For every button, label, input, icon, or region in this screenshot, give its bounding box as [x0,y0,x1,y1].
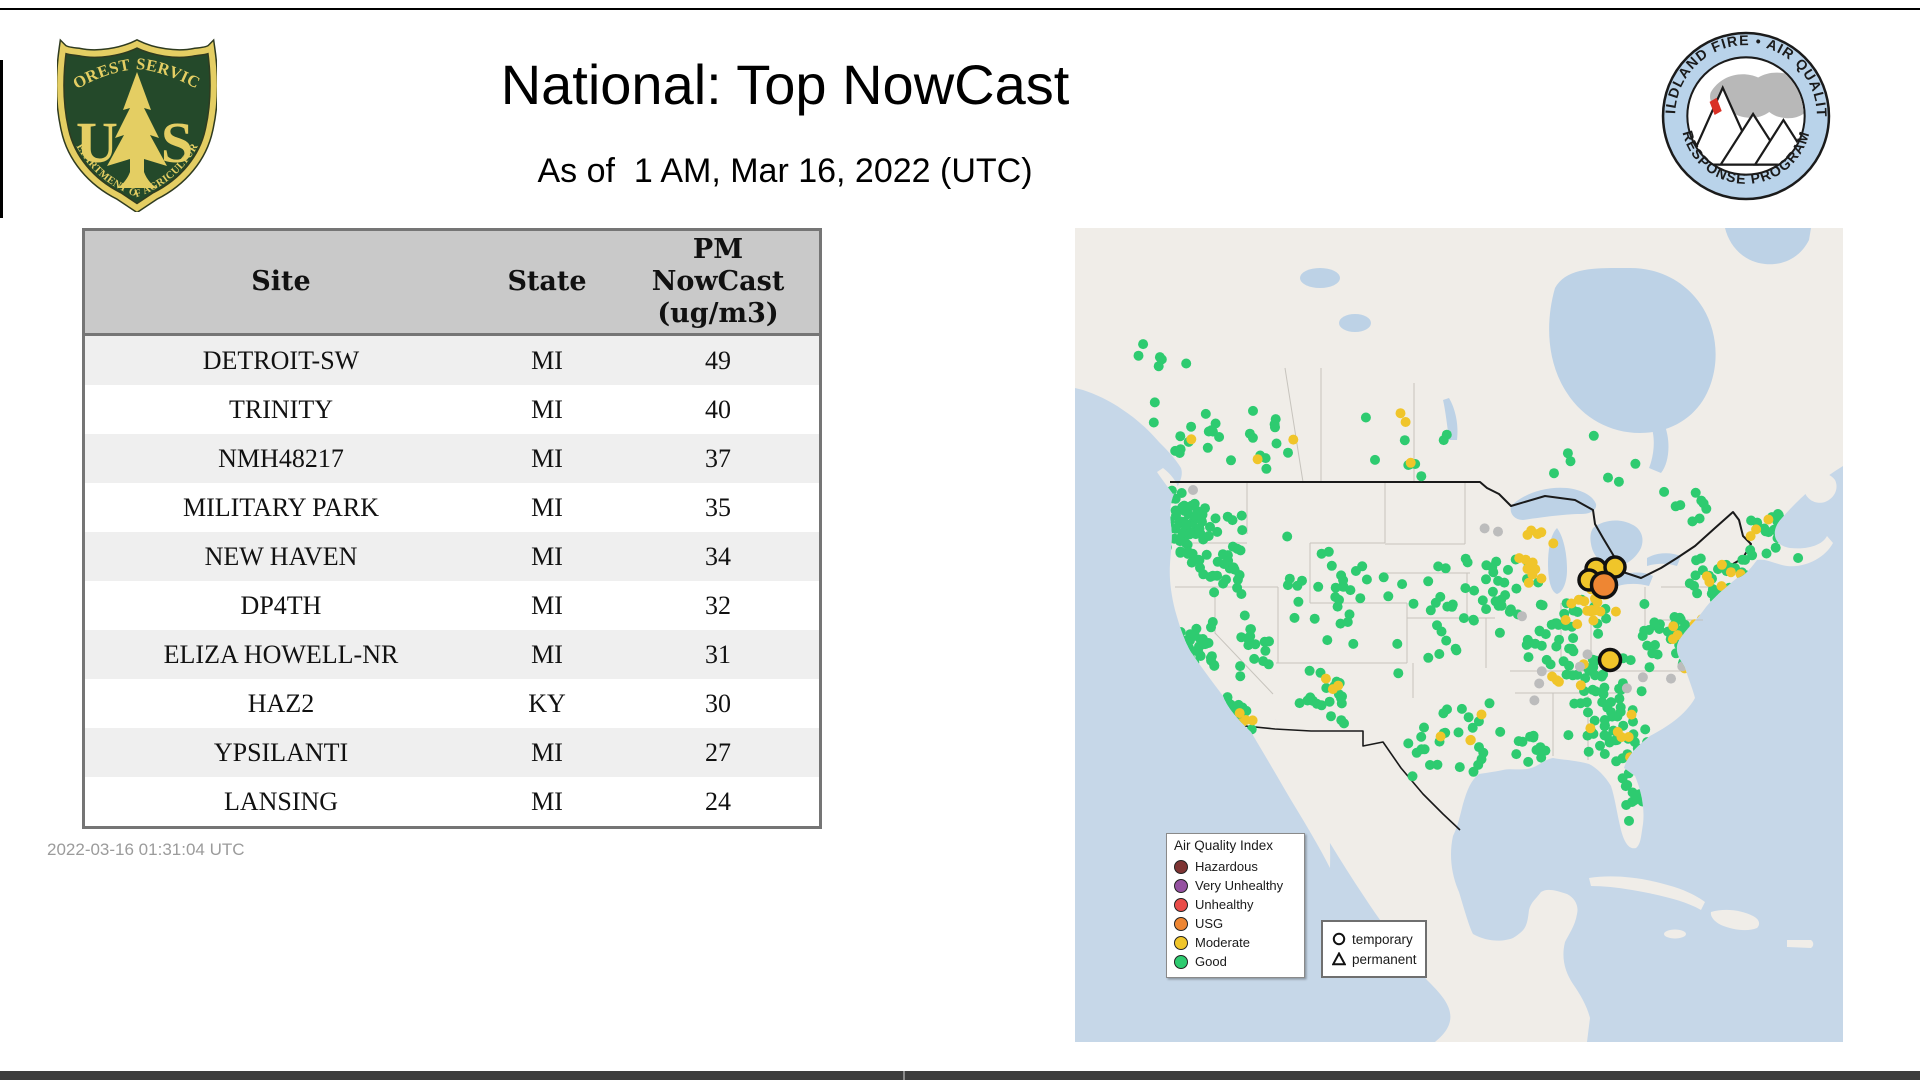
marker-type-legend: temporary permanent [1321,920,1427,978]
cell-state: MI [531,737,563,767]
table-row: NMH48217 MI 37 [83,434,821,483]
cell-state: MI [531,345,563,375]
aqi-legend-items: Hazardous Very Unhealthy Unhealthy USG Moder… [1174,857,1297,971]
unhealthy-swatch-icon [1174,897,1188,912]
hazardous-swatch-icon [1174,859,1188,874]
aqi-item-hazardous: Hazardous [1174,857,1297,876]
moderate-swatch-icon [1174,935,1188,950]
cell-state: MI [531,492,563,522]
table-row: TRINITY MI 40 [83,385,821,434]
table-row: LANSING MI 24 [83,777,821,828]
window-border-bottom [0,1071,1920,1080]
air-quality-map: Air Quality Index Hazardous Very Unhealth… [1075,228,1843,1042]
cell-site: NEW HAVEN [204,541,358,571]
cell-site: HAZ2 [247,688,315,718]
cell-site: NMH48217 [218,443,344,473]
aqi-item-unhealthy: Unhealthy [1174,895,1297,914]
very_unhealthy-swatch-icon [1174,878,1188,893]
permanent-label: permanent [1352,951,1417,967]
aqi-legend: Air Quality Index Hazardous Very Unhealth… [1166,833,1305,978]
table-row: MILITARY PARK MI 35 [83,483,821,532]
aqi-item-label: Unhealthy [1195,897,1254,912]
table-row: DETROIT-SW MI 49 [83,334,821,385]
cell-state: KY [528,688,566,718]
aqi-item-usg: USG [1174,914,1297,933]
cell-value: 31 [705,639,731,669]
cell-state: MI [531,590,563,620]
page-title: National: Top NowCast [500,53,1070,116]
temporary-label: temporary [1352,931,1413,947]
aqi-item-label: Hazardous [1195,859,1258,874]
cell-value: 27 [705,737,731,767]
permanent-triangle-icon [1332,952,1346,966]
aqi-item-label: USG [1195,916,1224,931]
cell-value: 24 [705,786,731,816]
table-row: ELIZA HOWELL-NR MI 31 [83,630,821,679]
cell-site: ELIZA HOWELL-NR [163,639,399,669]
cell-site: LANSING [223,786,339,816]
cell-value: 40 [705,394,731,424]
table-row: NEW HAVEN MI 34 [83,532,821,581]
usg-swatch-icon [1174,916,1188,931]
aqi-item-label: Very Unhealthy [1195,878,1284,893]
good-swatch-icon [1174,954,1188,969]
cell-value: 30 [705,688,731,718]
aqi-item-good: Good [1174,952,1297,971]
cell-site: TRINITY [229,394,333,424]
cell-value: 32 [705,590,731,620]
aqi-legend-title: Air Quality Index [1174,838,1274,853]
cell-site: YPSILANTI [213,737,349,767]
table-row: DP4TH MI 32 [83,581,821,630]
cell-site: DETROIT-SW [202,345,360,375]
wfaqrp-logo-icon: WILDLAND FIRE • AIR QUALITY RESPONSE PRO… [1653,18,1831,201]
cell-value: 37 [705,443,731,473]
table-row: YPSILANTI MI 27 [83,728,821,777]
aqi-item-moderate: Moderate [1174,933,1297,952]
cell-value: 35 [705,492,731,522]
cell-state: MI [531,786,563,816]
cell-site: DP4TH [240,590,322,620]
column-header-state: State [477,229,617,336]
column-header-site: Site [83,229,477,336]
temporary-circle-icon [1332,932,1346,946]
cell-state: MI [531,541,563,571]
page-subtitle: As of 1 AM, Mar 16, 2022 (UTC) [537,152,1033,190]
slide: FOREST SERVICE U S DEPARTMENT OF AGRICUL… [0,0,1920,1080]
wfaqrp-logo: WILDLAND FIRE • AIR QUALITY RESPONSE PRO… [1653,18,1832,202]
table-header: Site State PM NowCast (ug/m3) [83,229,821,336]
cell-site: MILITARY PARK [182,492,380,522]
cell-state: MI [531,639,563,669]
aqi-item-very_unhealthy: Very Unhealthy [1174,876,1297,895]
table-row: HAZ2 KY 30 [83,679,821,728]
window-border-left [0,60,3,218]
column-header-pm-nowcast: PM NowCast (ug/m3) [617,229,821,336]
aqi-item-label: Good [1195,954,1227,969]
table-body: DETROIT-SW MI 49 TRINITY MI 40 NMH48217 MI 37 MIL… [83,334,821,828]
generated-timestamp: 2022-03-16 01:31:04 UTC [47,840,245,859]
cell-state: MI [531,394,563,424]
aqi-item-label: Moderate [1195,935,1250,950]
cell-value: 34 [705,541,731,571]
pm-nowcast-table: Site State PM NowCast (ug/m3) DETROIT-SW… [82,228,822,829]
cell-state: MI [531,443,563,473]
cell-value: 49 [705,345,731,375]
window-border-top [0,8,1920,10]
